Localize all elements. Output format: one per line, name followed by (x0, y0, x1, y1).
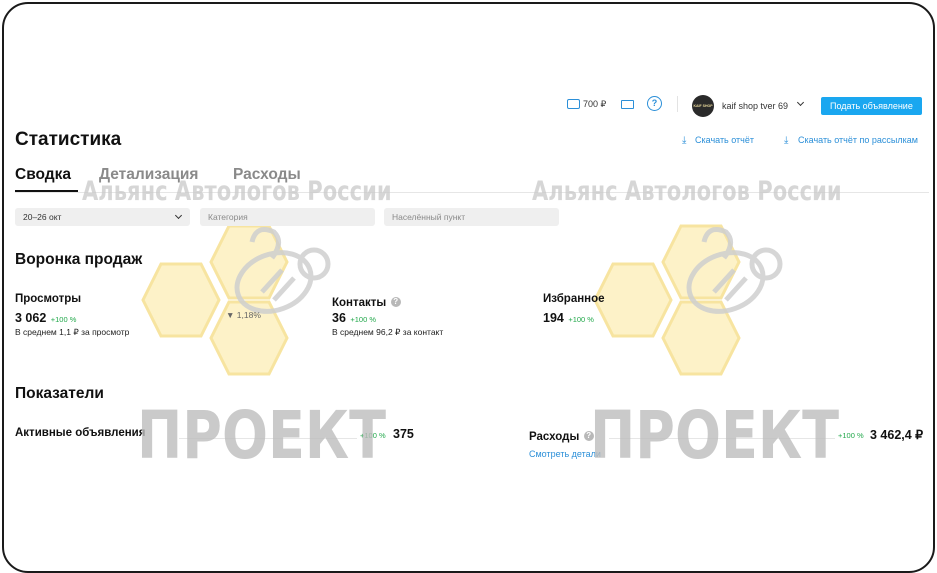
favorites-value: 194 (543, 311, 564, 325)
contacts-stat: 36 +100 % (332, 309, 376, 327)
contacts-delta: +100 % (350, 315, 377, 324)
tab-summary[interactable]: Сводка (15, 166, 71, 184)
card-icon[interactable] (621, 100, 634, 109)
screenshot-frame: 700 ₽ ? KAIF SHOP kaif shop tver 69 Пода… (2, 2, 935, 573)
header-divider (677, 96, 678, 112)
favorites-label: Избранное (543, 293, 605, 305)
chevron-down-icon (174, 211, 183, 220)
views-stat: 3 062 +100 % (15, 309, 76, 327)
expenses-heading: Расходы ? (529, 427, 594, 445)
wallet-amount[interactable]: 700 ₽ (583, 99, 606, 110)
category-select[interactable]: Категория (200, 208, 375, 226)
contacts-value: 36 (332, 311, 346, 325)
expenses-value: 3 462,4 ₽ (870, 428, 924, 442)
post-ad-button[interactable]: Подать объявление (821, 97, 922, 115)
wallet-icon[interactable] (567, 99, 580, 109)
indicators-title: Показатели (15, 385, 104, 402)
download-icon[interactable]: ⤓ (682, 135, 686, 146)
expenses-delta: +100 % (838, 431, 864, 440)
watermark-org-right: Альянс Автологов России (532, 176, 842, 207)
views-delta: +100 % (50, 315, 77, 324)
city-select[interactable]: Населённый пункт (384, 208, 559, 226)
favorites-delta: +100 % (568, 315, 594, 324)
conversion-value: 1,18% (236, 310, 261, 320)
contacts-label: Контакты (332, 297, 387, 309)
funnel-icon: ▼ (226, 310, 235, 320)
views-label: Просмотры (15, 293, 82, 305)
expenses-label: Расходы (529, 431, 580, 443)
download-mailing-report-link[interactable]: Скачать отчёт по рассылкам (798, 135, 918, 145)
page-title: Статистика (15, 129, 122, 150)
active-ads-value: 375 (393, 427, 414, 441)
help-icon[interactable]: ? (647, 96, 662, 111)
honeycomb-watermark-left (141, 224, 331, 376)
watermark-project-left: ПРОЕКТ (137, 397, 387, 474)
question-icon[interactable]: ? (390, 296, 401, 307)
watermark-org-left: Альянс Автологов России (82, 176, 392, 207)
funnel-title: Воронка продаж (15, 251, 143, 268)
contacts-note: В среднем 96,2 ₽ за контакт (332, 327, 444, 337)
honeycomb-watermark-right (593, 224, 783, 376)
conversion-badge: ▼ 1,18% (226, 310, 261, 320)
chevron-down-icon[interactable] (796, 98, 805, 107)
date-range-value: 20–26 окт (23, 212, 62, 222)
views-value: 3 062 (15, 311, 47, 325)
download-mailing-icon[interactable]: ⤓ (784, 135, 788, 146)
avatar[interactable]: KAIF SHOP (692, 95, 714, 117)
shop-name[interactable]: kaif shop tver 69 (722, 101, 788, 111)
watermark-project-right: ПРОЕКТ (590, 397, 840, 474)
views-note: В среднем 1,1 ₽ за просмотр (15, 327, 130, 337)
date-range-select[interactable]: 20–26 окт (15, 208, 190, 226)
download-report-link[interactable]: Скачать отчёт (695, 135, 754, 145)
favorites-stat: 194 +100 % (543, 309, 594, 327)
active-ads-label: Активные объявления (15, 427, 146, 439)
